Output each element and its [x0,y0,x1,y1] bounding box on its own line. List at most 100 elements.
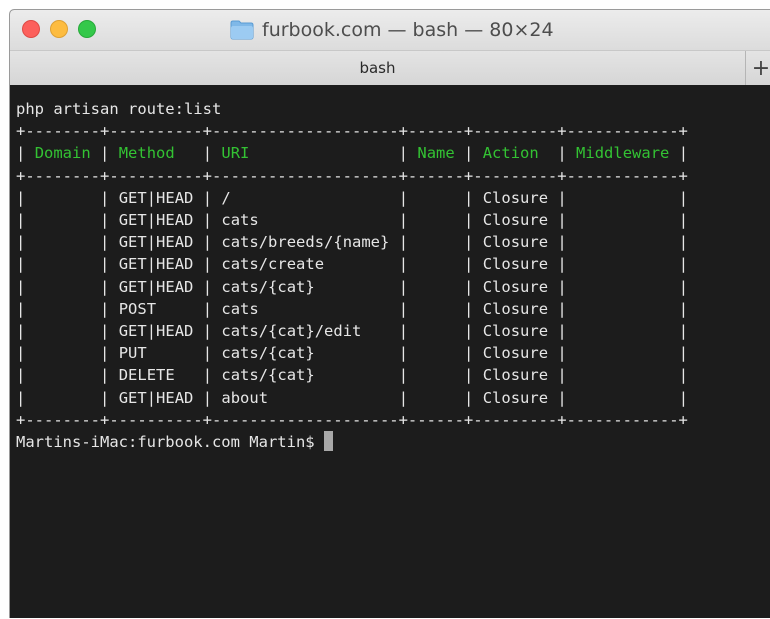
cell-middleware [576,233,669,251]
cell-name [417,322,454,340]
column-header: Middleware [576,144,670,163]
command-line: php artisan route:list [16,100,221,118]
cell-domain [35,366,91,384]
cell-name [417,255,454,273]
cell-method: PUT [118,344,194,363]
terminal-text: php artisan route:list +--------+-------… [16,98,688,453]
table-border: +--------+----------+-------------------… [16,122,688,140]
cell-method: GET|HEAD [118,277,194,296]
cell-name [417,189,454,207]
tab-bar: bash + [10,50,770,86]
folder-icon [230,20,254,40]
table-border: +--------+----------+-------------------… [16,167,688,185]
table-row: | | GET|HEAD | cats/{cat}/edit | | Closu… [16,322,689,341]
table-border-text: +--------+----------+-------------------… [16,410,688,429]
cell-action: Closure [482,188,549,207]
table-border: +--------+----------+-------------------… [16,411,688,429]
cell-method: GET|HEAD [118,233,194,252]
cell-domain [35,389,91,407]
cell-name [417,278,454,296]
command-text: php artisan route:list [16,100,222,118]
minimize-icon[interactable] [50,20,68,38]
cell-method: DELETE [118,366,194,385]
zoom-icon[interactable] [78,20,96,38]
cell-domain [35,344,91,362]
window-title-text: furbook.com — bash — 80×24 [262,19,554,41]
table-row: | | GET|HEAD | / | | Closure | | [16,188,689,207]
prompt-text: Martins-iMac:furbook.com Martin$ [16,433,324,452]
window-title: furbook.com — bash — 80×24 [230,18,554,42]
cell-action: Closure [482,211,549,230]
cell-middleware [576,300,669,318]
column-header: Method [118,144,175,163]
cursor-icon [323,431,333,452]
cell-uri: cats/breeds/{name} [221,233,390,252]
cell-domain [35,233,91,251]
cell-domain [35,278,91,296]
cell-domain [35,322,91,340]
column-header: URI [221,144,250,163]
table-border-text: +--------+----------+-------------------… [16,166,688,185]
cell-uri: cats [221,299,390,318]
cell-uri: cats/{cat} [221,366,390,385]
terminal-window: furbook.com — bash — 80×24 bash + php ar… [9,9,770,618]
cell-middleware [576,189,669,207]
cell-uri: cats/{cat} [221,344,390,363]
cell-action: Closure [482,255,549,274]
cell-action: Closure [482,299,549,318]
new-tab-button[interactable]: + [746,51,770,85]
cell-name [417,389,454,407]
cell-uri: cats/create [221,255,390,274]
table-row: | | GET|HEAD | about | | Closure | | [16,388,689,407]
cell-action: Closure [482,233,549,252]
cell-uri: about [221,388,390,407]
table-row: | | GET|HEAD | cats/{cat} | | Closure | … [16,277,689,296]
cell-middleware [576,211,669,229]
column-header: Name [417,144,455,163]
cell-name [417,300,454,318]
cell-method: POST [118,299,194,318]
cell-domain [35,189,91,207]
cell-method: GET|HEAD [118,188,194,207]
cell-middleware [576,278,669,296]
prompt-line: Martins-iMac:furbook.com Martin$ [16,431,333,452]
cell-method: GET|HEAD [118,211,194,230]
column-header: Domain [34,144,91,163]
cell-name [417,233,454,251]
table-row: | | PUT | cats/{cat} | | Closure | | [16,344,689,363]
cell-middleware [576,255,669,273]
cell-action: Closure [482,344,549,363]
table-row: | | GET|HEAD | cats | | Closure | | [16,211,689,230]
cell-action: Closure [482,366,549,385]
cell-name [417,211,454,229]
cell-action: Closure [482,388,549,407]
cell-method: GET|HEAD [118,255,194,274]
close-icon[interactable] [22,20,40,38]
title-bar[interactable]: furbook.com — bash — 80×24 [10,10,770,50]
tab-label: bash [359,59,396,77]
cell-method: GET|HEAD [118,388,194,407]
cell-uri: cats/{cat}/edit [221,322,390,341]
cell-name [417,366,454,384]
cell-middleware [576,344,669,362]
cell-uri: / [221,188,390,207]
cell-action: Closure [482,322,549,341]
plus-icon: + [751,55,770,81]
terminal-output-area[interactable]: php artisan route:list +--------+-------… [10,85,770,618]
cell-domain [35,255,91,273]
cell-domain [35,300,91,318]
tab-bash[interactable]: bash [10,51,746,85]
cell-middleware [576,366,669,384]
cell-domain [35,211,91,229]
table-row: | | DELETE | cats/{cat} | | Closure | | [16,366,689,385]
table-row: | | POST | cats | | Closure | | [16,299,689,318]
cell-method: GET|HEAD [118,322,194,341]
table-header-row: | Domain | Method | URI | Name | Action … [16,144,689,163]
cell-uri: cats/{cat} [221,277,390,296]
cell-name [417,344,454,362]
table-row: | | GET|HEAD | cats/create | | Closure |… [16,255,689,274]
cell-middleware [576,389,669,407]
table-border-text: +--------+----------+-------------------… [16,122,688,141]
cell-middleware [576,322,669,340]
cell-action: Closure [482,277,549,296]
